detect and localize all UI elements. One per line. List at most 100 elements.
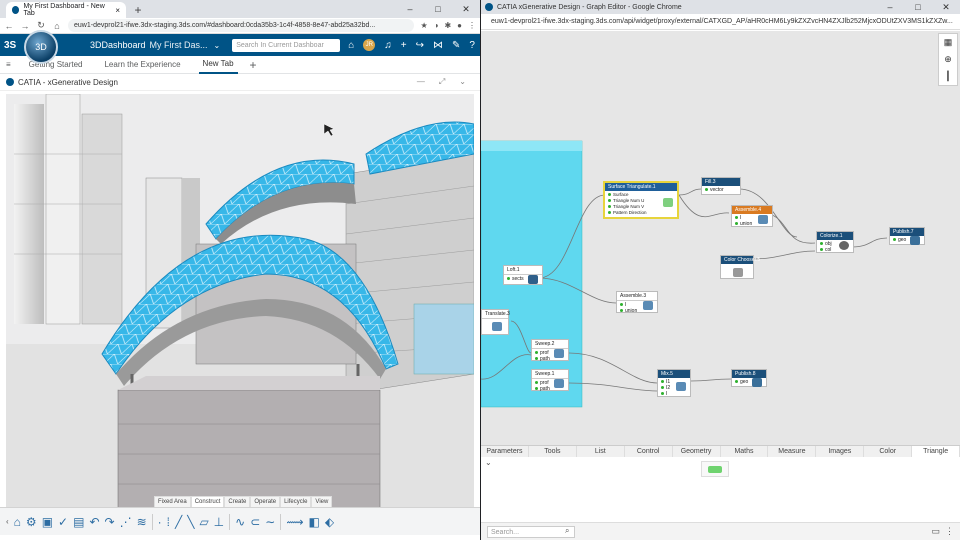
add-icon[interactable]: +: [401, 40, 407, 51]
bookmark-star-icon[interactable]: ★: [420, 21, 427, 30]
loft-icon[interactable]: ⬖: [325, 515, 334, 529]
browser-tab[interactable]: My First Dashboard - New Tab ×: [6, 2, 126, 18]
triangle-node-thumbnail[interactable]: [701, 461, 729, 477]
share-icon[interactable]: ↪: [416, 40, 424, 51]
category-measure[interactable]: Measure: [768, 446, 817, 457]
chevron-down-icon[interactable]: ⌄: [214, 41, 221, 50]
popup-url[interactable]: euw1-devprol21-ifwe.3dx-staging.3ds.com/…: [481, 14, 960, 30]
close-tab-icon[interactable]: ×: [115, 6, 120, 15]
new-tab-button[interactable]: +: [130, 2, 146, 18]
port[interactable]: vector: [705, 187, 737, 193]
home-icon[interactable]: ⌂: [52, 21, 62, 31]
category-list[interactable]: List: [577, 446, 625, 457]
3d-viewport[interactable]: [6, 94, 474, 508]
node-assemble-3[interactable]: Assemble.3 Iunion: [616, 291, 658, 314]
category-color[interactable]: Color: [864, 446, 913, 457]
extension-icon[interactable]: ◑: [434, 21, 439, 30]
axis-icon[interactable]: ⊥: [214, 515, 224, 529]
collapse-icon[interactable]: ⌄: [485, 458, 492, 467]
node-title: Fill.3: [702, 178, 740, 186]
tab-new-tab[interactable]: New Tab: [198, 55, 238, 74]
node-translate[interactable]: Translate.3: [481, 309, 510, 335]
chat-icon[interactable]: ▭: [931, 526, 940, 537]
minimize-icon[interactable]: –: [876, 0, 904, 16]
category-control[interactable]: Control: [625, 446, 673, 457]
line-icon[interactable]: ╱: [175, 515, 182, 529]
point-grid-icon[interactable]: ⁞: [167, 515, 170, 529]
node-assemble-4[interactable]: Assemble.4 Iunion: [731, 205, 773, 227]
minimize-widget-icon[interactable]: —: [417, 77, 425, 87]
add-tab-icon[interactable]: +: [250, 58, 257, 72]
menu-icon[interactable]: ⋮: [468, 21, 476, 30]
category-images[interactable]: Images: [816, 446, 865, 457]
undo-icon[interactable]: ↶: [89, 515, 99, 529]
port[interactable]: Pattern Direction: [608, 210, 674, 216]
expand-icon[interactable]: ‹: [6, 517, 9, 526]
node-title: Publish.7: [890, 228, 924, 236]
plane-icon[interactable]: ▱: [199, 515, 208, 529]
node-publish-7[interactable]: Publish.7 geo: [889, 227, 925, 245]
category-tools[interactable]: Tools: [529, 446, 577, 457]
tag-icon[interactable]: ⌂: [348, 40, 354, 51]
curve-icon[interactable]: ∿: [235, 515, 245, 529]
line-alt-icon[interactable]: ╲: [187, 515, 194, 529]
sweep-icon[interactable]: ⟿: [286, 515, 303, 529]
close-window-icon[interactable]: ✕: [452, 0, 480, 18]
category-parameters[interactable]: Parameters: [481, 446, 529, 457]
redo-icon[interactable]: ↷: [105, 515, 115, 529]
save-icon[interactable]: ▣: [42, 515, 53, 529]
widget-menu-icon[interactable]: ⌄: [459, 77, 466, 87]
home-tool-icon[interactable]: ⌂: [14, 515, 21, 529]
node-colorize[interactable]: Colorize.1 obj col: [816, 231, 854, 253]
network-icon[interactable]: ⋈: [433, 40, 443, 51]
category-geometry[interactable]: Geometry: [673, 446, 721, 457]
node-mix[interactable]: Mix.5 I1 I2 I: [657, 369, 691, 397]
port[interactable]: I: [661, 391, 687, 397]
surface-icon[interactable]: ◧: [309, 515, 320, 529]
maximize-widget-icon[interactable]: ⤢: [439, 77, 445, 87]
profile-icon[interactable]: ●: [457, 21, 462, 30]
tools-icon[interactable]: ✎: [452, 40, 460, 51]
map-icon[interactable]: ▦: [944, 37, 953, 48]
node-fill[interactable]: Fill.3 vector: [701, 177, 741, 195]
graph-canvas[interactable]: Surface Triangulate.1 Surface Triangle N…: [481, 31, 960, 445]
dashboard-name[interactable]: My First Das...: [150, 40, 208, 50]
maximize-icon[interactable]: □: [424, 0, 452, 18]
export-icon[interactable]: ▤: [73, 515, 84, 529]
help-icon[interactable]: ?: [469, 40, 475, 51]
compass-icon[interactable]: 3D: [24, 30, 58, 64]
node-sweep-1[interactable]: Sweep.1 prof path: [531, 369, 569, 392]
minimize-icon[interactable]: –: [396, 0, 424, 18]
puzzle-icon[interactable]: ✱: [444, 21, 451, 30]
dashboard-search-input[interactable]: Search In Current Dashboar: [232, 38, 341, 52]
point-icon[interactable]: ·: [158, 515, 162, 529]
menu-icon[interactable]: ≡: [6, 60, 11, 69]
arc-icon[interactable]: ⊂: [250, 515, 260, 529]
spline-icon[interactable]: ∼: [265, 515, 275, 529]
category-maths[interactable]: Maths: [721, 446, 769, 457]
more-icon[interactable]: ⋮: [945, 526, 954, 537]
zoom-slider[interactable]: ┃: [945, 71, 950, 82]
node-surface-triangulate[interactable]: Surface Triangulate.1 Surface Triangle N…: [603, 181, 679, 219]
node-search-input[interactable]: Search...: [487, 526, 575, 538]
maximize-icon[interactable]: □: [904, 0, 932, 16]
url-field[interactable]: euw1-devprol21-ifwe.3dx-staging.3ds.com/…: [68, 19, 415, 32]
check-icon[interactable]: ✓: [58, 515, 68, 529]
node-sweep-2[interactable]: Sweep.2 prof path: [531, 339, 569, 362]
close-window-icon[interactable]: ✕: [932, 0, 960, 16]
notifications-icon[interactable]: ♫: [384, 40, 392, 51]
back-icon[interactable]: ←: [4, 21, 14, 31]
forward-icon[interactable]: →: [20, 21, 30, 31]
triangulate-icon: [663, 198, 673, 207]
avatar[interactable]: JR: [363, 39, 376, 51]
node-color-chooser[interactable]: Color Chooser.5: [720, 255, 760, 279]
node-publish-8[interactable]: Publish.8 geo: [731, 369, 767, 387]
zoom-icon[interactable]: ⊕: [944, 54, 952, 65]
tab-learn-experience[interactable]: Learn the Experience: [100, 56, 184, 73]
publish-icon[interactable]: ≋: [137, 515, 147, 529]
node-loft[interactable]: Loft.1 sects: [503, 265, 543, 285]
settings-tool-icon[interactable]: ⚙: [26, 515, 37, 529]
search-icon[interactable]: ⌕: [565, 526, 569, 536]
graph-icon[interactable]: ⋰: [120, 515, 132, 529]
category-triangle[interactable]: Triangle: [912, 446, 960, 457]
